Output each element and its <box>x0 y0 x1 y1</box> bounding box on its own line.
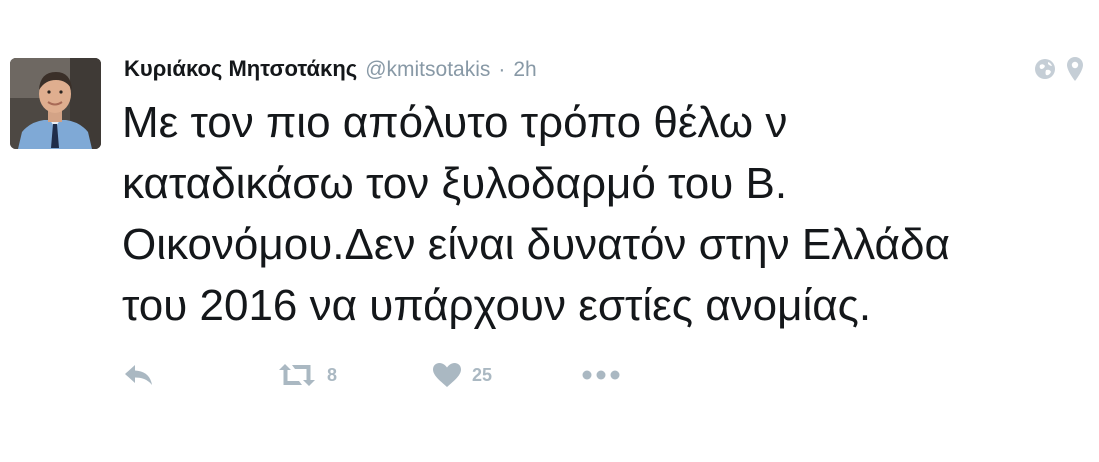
display-name[interactable]: Κυριάκος Μητσοτάκης <box>124 56 357 82</box>
like-button[interactable]: 25 <box>432 362 582 388</box>
username[interactable]: @kmitsotakis <box>365 58 490 82</box>
timestamp[interactable]: 2h <box>513 58 536 82</box>
separator-dot: · <box>498 58 506 81</box>
retweet-count: 8 <box>327 364 338 385</box>
retweet-icon <box>279 364 315 386</box>
heart-icon <box>433 363 461 387</box>
tweet-actions: 8 25 <box>122 358 620 392</box>
like-count: 25 <box>472 364 493 385</box>
more-button[interactable] <box>582 369 620 381</box>
tweet-meta-icons <box>1034 56 1084 82</box>
more-icon <box>582 370 620 380</box>
retweet-button[interactable]: 8 <box>277 362 432 388</box>
globe-icon[interactable] <box>1034 58 1056 80</box>
avatar[interactable] <box>10 58 101 149</box>
tweet-text: Με τον πιο απόλυτο τρόπο θέλω ν καταδικά… <box>122 98 950 330</box>
location-pin-icon[interactable] <box>1066 56 1084 82</box>
reply-button[interactable] <box>122 362 277 388</box>
avatar-photo <box>10 58 101 149</box>
reply-icon <box>125 365 152 385</box>
tweet: Κυριάκος Μητσοτάκης @kmitsotakis · 2h Με… <box>0 0 1099 462</box>
tweet-header: Κυριάκος Μητσοτάκης @kmitsotakis · 2h <box>124 56 537 86</box>
